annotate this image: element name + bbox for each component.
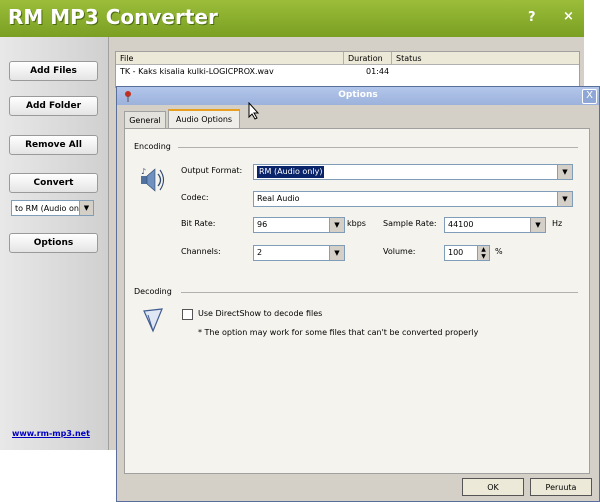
chevron-down-icon[interactable]: ▼ (557, 192, 572, 206)
volume-spinner[interactable]: 100 ▲ ▼ (444, 245, 490, 261)
audio-options-panel: Encoding ♪ Output Format: RM (Audio only… (124, 128, 590, 474)
output-format-value: RM (Audio only) (257, 166, 325, 178)
options-button[interactable]: Options (9, 233, 98, 253)
cancel-label: Peruuta (545, 482, 577, 492)
bit-rate-label: Bit Rate: (181, 219, 216, 228)
volume-unit: % (495, 247, 503, 256)
add-folder-label: Add Folder (25, 101, 82, 111)
codec-value: Real Audio (257, 194, 300, 203)
channels-label: Channels: (181, 247, 221, 256)
sample-rate-select[interactable]: 44100 ▼ (444, 217, 546, 233)
options-dialog: Options X General Audio Options Encoding… (116, 86, 600, 502)
add-folder-button[interactable]: Add Folder (9, 96, 98, 116)
mouse-cursor-icon (248, 102, 260, 120)
format-select[interactable]: to RM (Audio only) ▼ (11, 200, 94, 216)
close-button[interactable]: × (563, 9, 574, 24)
help-button[interactable]: ? (528, 10, 536, 25)
remove-all-label: Remove All (25, 140, 82, 150)
remove-all-button[interactable]: Remove All (9, 135, 98, 155)
file-name-cell: TK - Kaks kisalia kulki-LOGICPROX.wav (120, 67, 274, 76)
output-format-select[interactable]: RM (Audio only) ▼ (253, 164, 573, 180)
chevron-down-icon[interactable]: ▼ (329, 218, 344, 232)
sample-rate-label: Sample Rate: (383, 219, 437, 228)
ok-label: OK (487, 482, 499, 492)
encoding-divider (178, 147, 578, 148)
bit-rate-select[interactable]: 96 ▼ (253, 217, 345, 233)
directshow-label[interactable]: Use DirectShow to decode files (198, 309, 322, 318)
volume-value: 100 (448, 248, 464, 257)
table-row[interactable]: TK - Kaks kisalia kulki-LOGICPROX.wav 01… (116, 65, 579, 78)
duration-cell: 01:44 (366, 67, 390, 76)
convert-label: Convert (33, 178, 74, 188)
convert-button[interactable]: Convert (9, 173, 98, 193)
decoder-icon (143, 308, 163, 333)
directshow-note: * The option may work for some files tha… (198, 328, 479, 337)
ok-button[interactable]: OK (462, 478, 524, 496)
title-bar: RM MP3 Converter ? × (0, 0, 584, 37)
sample-rate-unit: Hz (552, 219, 563, 228)
column-file[interactable]: File (116, 52, 344, 65)
website-link[interactable]: www.rm-mp3.net (12, 429, 90, 438)
sample-rate-value: 44100 (448, 220, 474, 229)
options-label: Options (33, 238, 74, 248)
cancel-button[interactable]: Peruuta (530, 478, 592, 496)
chevron-down-icon[interactable]: ▼ (530, 218, 545, 232)
chevron-down-icon[interactable]: ▼ (557, 165, 572, 179)
format-select-value: to RM (Audio only) (15, 203, 81, 213)
add-files-label: Add Files (30, 66, 77, 76)
decoding-section-title: Decoding (134, 287, 172, 296)
output-format-label: Output Format: (181, 166, 243, 175)
bit-rate-unit: kbps (347, 219, 366, 228)
decoding-divider (181, 292, 578, 293)
speaker-icon: ♪ (141, 167, 165, 192)
tab-general[interactable]: General (124, 111, 166, 129)
bit-rate-value: 96 (257, 220, 268, 229)
channels-value: 2 (257, 248, 263, 257)
codec-label: Codec: (181, 193, 209, 202)
channels-select[interactable]: 2 ▼ (253, 245, 345, 261)
volume-label: Volume: (383, 247, 416, 256)
sidebar: Add Files Add Folder Remove All Convert … (0, 37, 109, 450)
chevron-down-icon[interactable]: ▼ (79, 201, 93, 215)
column-duration[interactable]: Duration (344, 52, 392, 65)
add-files-button[interactable]: Add Files (9, 61, 98, 81)
chevron-down-icon[interactable]: ▼ (329, 246, 344, 260)
dialog-close-button[interactable]: X (582, 89, 597, 104)
column-status[interactable]: Status (392, 52, 579, 65)
spin-arrows-icon[interactable]: ▲ ▼ (477, 246, 489, 260)
dialog-title-bar: Options X (117, 87, 599, 105)
encoding-section-title: Encoding (134, 142, 171, 151)
app-title: RM MP3 Converter (8, 5, 218, 29)
codec-select[interactable]: Real Audio ▼ (253, 191, 573, 207)
dialog-title: Options (338, 90, 378, 100)
tab-audio-options[interactable]: Audio Options (168, 109, 240, 130)
directshow-checkbox[interactable] (182, 309, 193, 320)
file-list[interactable]: File Duration Status TK - Kaks kisalia k… (115, 51, 580, 88)
svg-text:♪: ♪ (141, 167, 146, 176)
